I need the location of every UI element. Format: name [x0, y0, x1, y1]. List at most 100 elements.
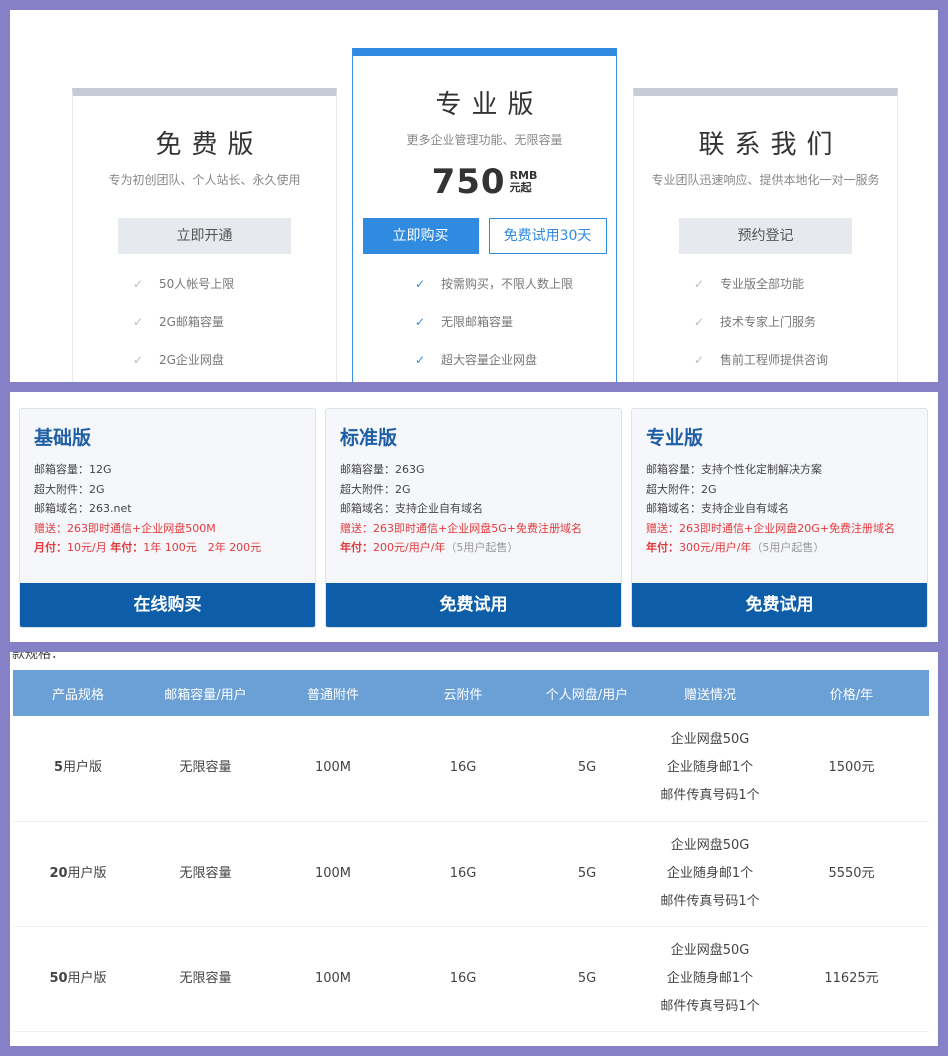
open-now-button[interactable]: 立即开通: [118, 218, 291, 254]
feature-item: ✓ 售前工程师提供咨询: [694, 353, 829, 367]
edition-price: 年付：200元/用户/年（5用户起售）: [340, 541, 519, 554]
price-cell: 11625元: [774, 926, 929, 1032]
spec-cell: 50用户版: [13, 926, 143, 1032]
disk-cell: 5G: [528, 926, 646, 1032]
feature-item: ✓ 2G企业网盘: [133, 353, 224, 367]
price-value: 750: [431, 162, 506, 202]
free-trial-button[interactable]: 免费试用30天: [488, 218, 607, 254]
edition-price: 月付：10元/月 年付：1年 100元 2年 200元: [34, 541, 262, 554]
check-icon: ✓: [694, 315, 705, 329]
pro-actions: 立即购买 免费试用30天: [353, 218, 616, 254]
column-header: 价格/年: [774, 670, 929, 716]
plan-comparison-panel: 免费版 专为初创团队、个人站长、永久使用 立即开通 ✓ 50人帐号上限 ✓ 2G邮箱…: [10, 10, 938, 382]
attachment-cell: 100M: [268, 821, 398, 927]
table-row: 5用户版 无限容量 100M 16G 5G 企业网盘50G 企业随身邮1个 邮件传真…: [13, 716, 929, 822]
attachment-cell: 100M: [268, 926, 398, 1032]
edition-domain: 邮箱域名：263.net: [34, 502, 132, 515]
price-unit: RMB 元起: [509, 169, 538, 194]
plan-title: 专业版: [435, 90, 544, 120]
column-header: 产品规格: [13, 670, 143, 716]
capacity-cell: 无限容量: [143, 926, 268, 1032]
edition-card-standard: 标准版 邮箱容量：263G 超大附件：2G 邮箱域名：支持企业自有域名 赠送：2…: [325, 408, 622, 628]
plan-card-free: 免费版 专为初创团队、个人站长、永久使用 立即开通 ✓ 50人帐号上限 ✓ 2G邮箱…: [72, 88, 337, 382]
edition-gift: 赠送：263即时通信+企业网盘5G+免费注册域名: [340, 521, 582, 535]
price-cell: 5550元: [774, 821, 929, 927]
edition-price: 年付：300元/用户/年（5用户起售）: [646, 541, 825, 554]
table-row: 20用户版 无限容量 100M 16G 5G 企业网盘50G 企业随身邮1个 邮件传…: [13, 821, 929, 927]
column-header: 普通附件: [268, 670, 398, 716]
capacity-cell: 无限容量: [143, 716, 268, 822]
edition-title: 基础版: [34, 427, 92, 449]
plan-card-pro: 专业版 更多企业管理功能、无限容量 750 RMB 元起 立即购买 免费试用30…: [352, 48, 617, 382]
edition-attachment: 超大附件：2G: [646, 482, 717, 496]
attachment-cell: 100M: [268, 716, 398, 822]
feature-item: ✓ 专业版全部功能: [694, 277, 805, 291]
gift-cell: 企业网盘50G 企业随身邮1个 邮件传真号码1个: [646, 716, 774, 822]
plan-price: 750 RMB 元起: [353, 162, 616, 202]
pricing-table: 产品规格 邮箱容量/用户 普通附件 云附件 个人网盘/用户 赠送情况 价格/年 …: [13, 670, 929, 1032]
edition-capacity: 邮箱容量：12G: [34, 463, 112, 476]
column-header: 赠送情况: [646, 670, 774, 716]
price-cell: 1500元: [774, 716, 929, 822]
feature-item: ✓ 无限邮箱容量: [415, 315, 514, 329]
column-header: 云附件: [398, 670, 528, 716]
feature-item: ✓ 50人帐号上限: [133, 277, 235, 291]
table-header-row: 产品规格 邮箱容量/用户 普通附件 云附件 个人网盘/用户 赠送情况 价格/年: [13, 670, 929, 716]
spec-cell: 5用户版: [13, 716, 143, 822]
disk-cell: 5G: [528, 821, 646, 927]
plan-description: 专为初创团队、个人站长、永久使用: [108, 173, 301, 187]
plan-title: 免费版: [155, 130, 264, 160]
edition-details: 邮箱容量：支持个性化定制解决方案 超大附件：2G 邮箱域名：支持企业自有域名 赠…: [646, 460, 927, 558]
gift-cell: 企业网盘50G 企业随身邮1个 邮件传真号码1个: [646, 821, 774, 927]
edition-details: 邮箱容量：12G 超大附件：2G 邮箱域名：263.net 赠送：263即时通信…: [34, 460, 315, 558]
edition-domain: 邮箱域名：支持企业自有域名: [340, 502, 483, 515]
plan-description: 专业团队迅速响应、提供本地化一对一服务: [651, 173, 880, 187]
buy-now-button[interactable]: 立即购买: [362, 218, 479, 254]
cloud-attachment-cell: 16G: [398, 926, 528, 1032]
edition-card-pro: 专业版 邮箱容量：支持个性化定制解决方案 超大附件：2G 邮箱域名：支持企业自有…: [631, 408, 928, 628]
edition-attachment: 超大附件：2G: [340, 482, 411, 496]
plan-card-contact: 联系我们 专业团队迅速响应、提供本地化一对一服务 预约登记 ✓ 专业版全部功能 ✓…: [633, 88, 898, 382]
feature-item: ✓ 技术专家上门服务: [694, 315, 817, 329]
column-header: 邮箱容量/用户: [143, 670, 268, 716]
edition-title: 标准版: [340, 427, 398, 449]
check-icon: ✓: [415, 353, 426, 367]
edition-title: 专业版: [646, 427, 704, 449]
feature-list: ✓ 专业版全部功能 ✓ 技术专家上门服务 ✓ 售前工程师提供咨询: [634, 276, 897, 382]
check-icon: ✓: [133, 315, 144, 329]
check-icon: ✓: [133, 277, 144, 291]
edition-attachment: 超大附件：2G: [34, 482, 105, 496]
column-header: 个人网盘/用户: [528, 670, 646, 716]
feature-item: ✓ 超大容量企业网盘: [415, 353, 538, 367]
plan-description: 更多企业管理功能、无限容量: [406, 133, 563, 147]
check-icon: ✓: [694, 353, 705, 367]
edition-capacity: 邮箱容量：263G: [340, 463, 425, 476]
edition-details: 邮箱容量：263G 超大附件：2G 邮箱域名：支持企业自有域名 赠送：263即时…: [340, 460, 621, 558]
feature-list: ✓ 50人帐号上限 ✓ 2G邮箱容量 ✓ 2G企业网盘: [73, 276, 336, 382]
feature-item: ✓ 按需购买，不限人数上限: [415, 277, 574, 291]
check-icon: ✓: [415, 315, 426, 329]
gift-cell: 企业网盘50G 企业随身邮1个 邮件传真号码1个: [646, 926, 774, 1032]
buy-online-button[interactable]: 在线购买: [20, 583, 315, 627]
free-trial-button[interactable]: 免费试用: [326, 583, 621, 627]
edition-card-basic: 基础版 邮箱容量：12G 超大附件：2G 邮箱域名：263.net 赠送：263…: [19, 408, 316, 628]
disk-cell: 5G: [528, 716, 646, 822]
edition-gift: 赠送：263即时通信+企业网盘20G+免费注册域名: [646, 521, 895, 535]
book-appointment-button[interactable]: 预约登记: [679, 218, 852, 254]
plan-title: 联系我们: [698, 130, 843, 160]
feature-item: ✓ 2G邮箱容量: [133, 315, 224, 329]
cloud-attachment-cell: 16G: [398, 716, 528, 822]
section-heading-clipped: 款规格：: [12, 652, 65, 662]
edition-gift: 赠送：263即时通信+企业网盘500M: [34, 521, 216, 535]
edition-cards-panel: 基础版 邮箱容量：12G 超大附件：2G 邮箱域名：263.net 赠送：263…: [10, 392, 938, 642]
spec-cell: 20用户版: [13, 821, 143, 927]
free-trial-button[interactable]: 免费试用: [632, 583, 927, 627]
pricing-table-panel: 款规格： 产品规格 邮箱容量/用户 普通附件 云附件 个人网盘/用户 赠送情况 …: [10, 652, 938, 1046]
check-icon: ✓: [694, 277, 705, 291]
table-row: 50用户版 无限容量 100M 16G 5G 企业网盘50G 企业随身邮1个 邮件传…: [13, 926, 929, 1032]
check-icon: ✓: [415, 277, 426, 291]
edition-domain: 邮箱域名：支持企业自有域名: [646, 502, 789, 515]
capacity-cell: 无限容量: [143, 821, 268, 927]
cloud-attachment-cell: 16G: [398, 821, 528, 927]
edition-capacity: 邮箱容量：支持个性化定制解决方案: [646, 463, 822, 476]
